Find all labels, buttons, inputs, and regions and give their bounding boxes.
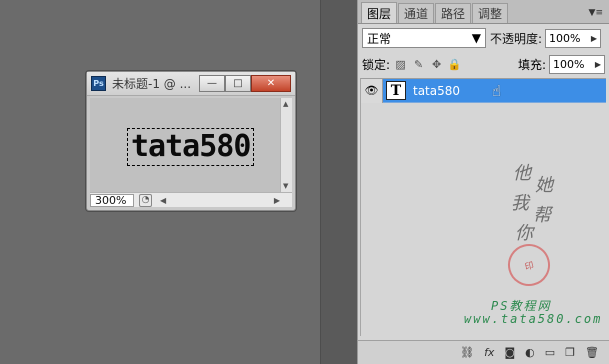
layer-row[interactable]: 👁 T tata580 ☝ — [361, 78, 606, 103]
fill-label: 填充: — [517, 57, 546, 72]
layer-name[interactable]: tata580 — [413, 84, 460, 98]
hand-cursor-icon: ☝ — [492, 81, 502, 100]
link-layers-icon[interactable]: ⛓ — [460, 346, 474, 359]
lock-label: 锁定: — [362, 57, 391, 72]
layer-style-fx-icon[interactable]: fx — [484, 346, 494, 359]
layers-panel: 图层 通道 路径 调整 ▼≡ 正常 ▼ 不透明度: 100% ▶ 锁定: ▨ ✎… — [357, 0, 609, 364]
watermark-char: 我 — [511, 193, 529, 214]
opacity-label: 不透明度: — [490, 31, 543, 46]
fill-value: 100% — [553, 57, 585, 71]
tab-paths[interactable]: 路径 — [435, 3, 472, 23]
dock-separator — [320, 0, 357, 364]
status-menu-icon[interactable]: ◔ — [139, 193, 152, 207]
tab-adjustments[interactable]: 调整 — [472, 3, 509, 23]
eye-icon[interactable]: 👁 — [361, 78, 383, 103]
scroll-left-icon[interactable]: ◀ — [160, 196, 166, 205]
text-layer-thumbnail-icon: T — [386, 81, 406, 100]
trash-icon[interactable]: 🗑 — [585, 346, 599, 359]
seal-stamp-icon: 印 — [503, 239, 555, 291]
watermark-line-2: www.tata580.com — [464, 312, 603, 326]
photoshop-app-icon: Ps — [91, 76, 106, 91]
opacity-value: 100% — [549, 31, 581, 45]
document-status-bar: 300% ◔ ◀ ▶ — [90, 192, 292, 207]
watermark-char: 他 — [513, 163, 531, 184]
watermark-char: 你 — [515, 223, 533, 244]
lock-fill-row: 锁定: ▨ ✎ ✥ 🔒 填充: 100% ▶ — [362, 53, 605, 75]
chevron-down-icon: ▼ — [471, 31, 481, 45]
blend-mode-select[interactable]: 正常 ▼ — [362, 28, 486, 48]
scroll-up-icon[interactable]: ▲ — [283, 100, 288, 108]
scroll-down-icon[interactable]: ▼ — [283, 182, 288, 190]
tab-layers[interactable]: 图层 — [361, 2, 398, 23]
blend-opacity-row: 正常 ▼ 不透明度: 100% ▶ — [362, 27, 605, 49]
panel-menu-icon[interactable]: ▼≡ — [589, 8, 603, 18]
lock-image-icon[interactable]: ✎ — [411, 57, 426, 72]
adjustment-layer-icon[interactable]: ◐ — [525, 346, 535, 359]
layers-list: 👁 T tata580 ☝ 他 她 我 帮 你 印 PS教程网 www.tata… — [360, 78, 606, 336]
vertical-scrollbar[interactable]: ▲ ▼ — [280, 98, 292, 192]
chevron-right-icon[interactable]: ▶ — [595, 60, 601, 69]
layer-mask-icon[interactable]: ◙ — [504, 346, 515, 359]
panel-tabs: 图层 通道 路径 调整 ▼≡ — [358, 0, 609, 24]
maximize-button[interactable]: □ — [225, 75, 251, 92]
document-title: 未标题-1 @ ... — [112, 77, 192, 91]
close-button[interactable]: ✕ — [251, 75, 291, 92]
document-canvas[interactable]: tata580 — [90, 98, 281, 192]
chevron-right-icon[interactable]: ▶ — [591, 34, 597, 43]
fill-field[interactable]: 100% ▶ — [549, 54, 605, 74]
zoom-field[interactable]: 300% — [90, 193, 134, 207]
opacity-field[interactable]: 100% ▶ — [545, 28, 602, 48]
blend-mode-value: 正常 — [367, 31, 392, 46]
lock-transparent-icon[interactable]: ▨ — [393, 57, 408, 72]
canvas-text-layer[interactable]: tata580 — [127, 128, 255, 166]
watermark-char: 她 — [535, 175, 553, 196]
watermark-char: 帮 — [533, 205, 551, 226]
new-group-icon[interactable]: ▭ — [545, 346, 555, 359]
panel-bottom-toolbar: ⛓ fx ◙ ◐ ▭ ❐ 🗑 — [358, 340, 609, 364]
window-controls: — □ ✕ — [199, 75, 291, 92]
lock-position-icon[interactable]: ✥ — [429, 57, 444, 72]
document-window: Ps 未标题-1 @ ... — □ ✕ tata580 ▲ ▼ 300% ◔ … — [86, 71, 296, 211]
scroll-right-icon[interactable]: ▶ — [274, 196, 280, 205]
tab-channels[interactable]: 通道 — [398, 3, 435, 23]
minimize-button[interactable]: — — [199, 75, 225, 92]
lock-all-icon[interactable]: 🔒 — [447, 57, 462, 72]
new-layer-icon[interactable]: ❐ — [565, 346, 575, 359]
